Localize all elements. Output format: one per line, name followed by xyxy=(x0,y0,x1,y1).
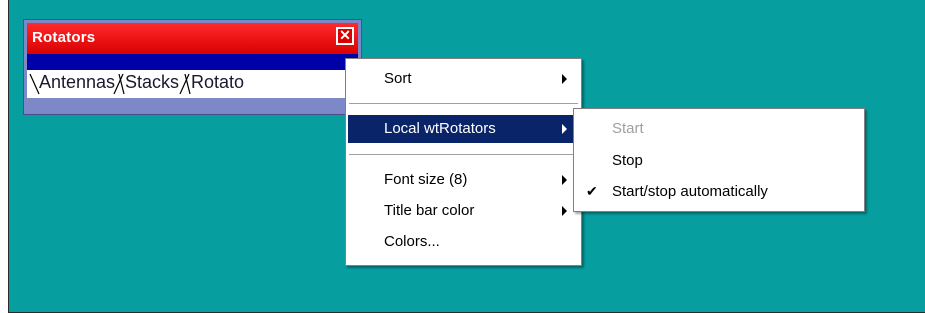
menu-separator xyxy=(349,154,578,155)
menu-item-sort[interactable]: Sort xyxy=(348,65,579,93)
submenu-item-label: Stop xyxy=(612,152,643,169)
submenu-arrow-icon xyxy=(562,206,567,216)
close-icon: ✕ xyxy=(339,27,351,43)
submenu-item-start-stop-automatically[interactable]: ✔ Start/stop automatically xyxy=(576,178,862,206)
menu-item-colors[interactable]: Colors... xyxy=(348,228,579,256)
checkmark-icon: ✔ xyxy=(586,183,598,199)
tab-strip: Antennas Stacks Rotato xyxy=(27,70,358,98)
submenu-item-start[interactable]: Start xyxy=(576,115,862,143)
menu-item-font-size[interactable]: Font size (8) xyxy=(348,166,579,194)
submenu-arrow-icon xyxy=(562,124,567,134)
tab-rotators[interactable]: Rotato xyxy=(191,72,244,93)
submenu-item-stop[interactable]: Stop xyxy=(576,147,862,175)
local-wtrotators-submenu: Start Stop ✔ Start/stop automatically xyxy=(573,108,865,212)
title-bar[interactable]: Rotators ✕ xyxy=(27,23,358,54)
menu-item-title-bar-color[interactable]: Title bar color xyxy=(348,197,579,225)
submenu-arrow-icon xyxy=(562,175,567,185)
menu-item-label: Sort xyxy=(384,70,412,87)
close-button[interactable]: ✕ xyxy=(336,27,354,45)
tab-divider-icon xyxy=(179,73,191,95)
submenu-arrow-icon xyxy=(562,74,567,84)
window-title: Rotators xyxy=(32,29,96,46)
submenu-item-label: Start/stop automatically xyxy=(612,183,768,200)
menu-item-label: Local wtRotators xyxy=(384,120,496,137)
tab-antennas[interactable]: Antennas xyxy=(39,72,115,93)
menu-item-local-wtrotators[interactable]: Local wtRotators xyxy=(348,115,579,143)
tab-stacks[interactable]: Stacks xyxy=(125,72,179,93)
menu-item-label: Title bar color xyxy=(384,202,475,219)
submenu-item-label: Start xyxy=(612,120,644,137)
window-band xyxy=(27,54,358,70)
menu-item-label: Font size (8) xyxy=(384,171,468,188)
menu-separator xyxy=(349,103,578,104)
menu-item-label: Colors... xyxy=(384,233,440,250)
tab-divider-icon xyxy=(113,73,125,95)
context-menu: Sort Local wtRotators Font size (8) Titl… xyxy=(345,58,582,266)
rotators-window: Rotators ✕ Antennas Stacks Rotato xyxy=(23,19,362,115)
